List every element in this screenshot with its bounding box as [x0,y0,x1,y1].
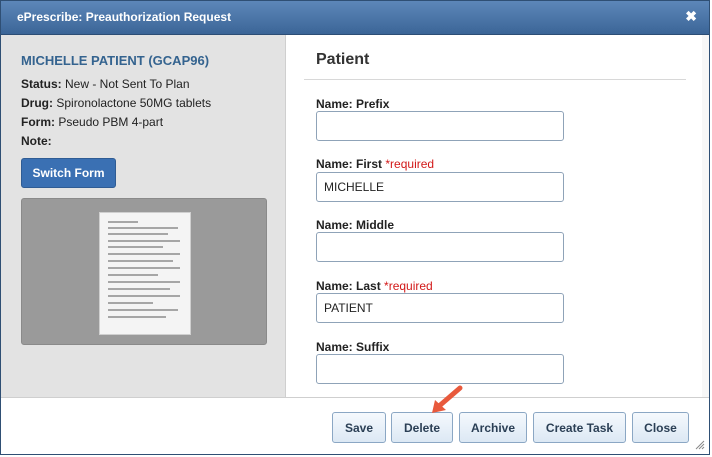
first-name-required: *required [385,157,435,171]
prefix-label: Name: Prefix [316,97,390,111]
delete-button[interactable]: Delete [391,412,453,443]
middle-name-label: Name: Middle [316,218,395,232]
form-thumbnail [99,212,191,335]
resize-grip-icon[interactable] [695,440,705,450]
dialog-titlebar: ePrescribe: Preauthorization Request ✖ [1,1,709,35]
first-name-input[interactable] [316,172,564,202]
suffix-label: Name: Suffix [316,340,390,354]
form-preview[interactable] [21,198,267,345]
middle-name-input[interactable] [316,232,564,262]
status-label: Status: [21,77,62,91]
form-label: Form: [21,115,55,129]
prefix-input[interactable] [316,111,564,141]
scrollbar[interactable] [702,35,709,397]
close-icon[interactable]: ✖ [685,8,697,25]
create-task-button[interactable]: Create Task [533,412,626,443]
note-label: Note: [21,134,52,148]
last-name-input[interactable] [316,293,564,323]
dialog-footer: Save Delete Archive Create Task Close [1,397,709,454]
first-name-label: Name: First *required [316,157,435,171]
form-value: Pseudo PBM 4-part [58,115,164,129]
patient-summary-panel: MICHELLE PATIENT (GCAP96) Status: New - … [1,35,286,397]
drug-label: Drug: [21,96,53,110]
form-line: Form: Pseudo PBM 4-part [21,115,163,129]
last-name-label: Name: Last *required [316,279,433,293]
dialog-title: ePrescribe: Preauthorization Request [17,10,232,24]
status-value: New - Not Sent To Plan [65,77,190,91]
close-button[interactable]: Close [632,412,689,443]
patient-form-panel: Patient Name: Prefix Name: First *requir… [286,35,709,397]
last-name-required: *required [384,279,433,293]
section-divider [304,79,686,80]
pointer-arrow-icon [432,385,463,413]
status-line: Status: New - Not Sent To Plan [21,77,190,91]
switch-form-button[interactable]: Switch Form [21,158,116,188]
archive-button[interactable]: Archive [459,412,527,443]
drug-line: Drug: Spironolactone 50MG tablets [21,96,211,110]
drug-value: Spironolactone 50MG tablets [56,96,212,110]
patient-name: MICHELLE PATIENT (GCAP96) [21,53,210,68]
preauthorization-dialog: ePrescribe: Preauthorization Request ✖ M… [0,0,710,455]
section-title: Patient [316,51,370,68]
note-line: Note: [21,134,52,148]
suffix-input[interactable] [316,354,564,384]
save-button[interactable]: Save [332,412,386,443]
